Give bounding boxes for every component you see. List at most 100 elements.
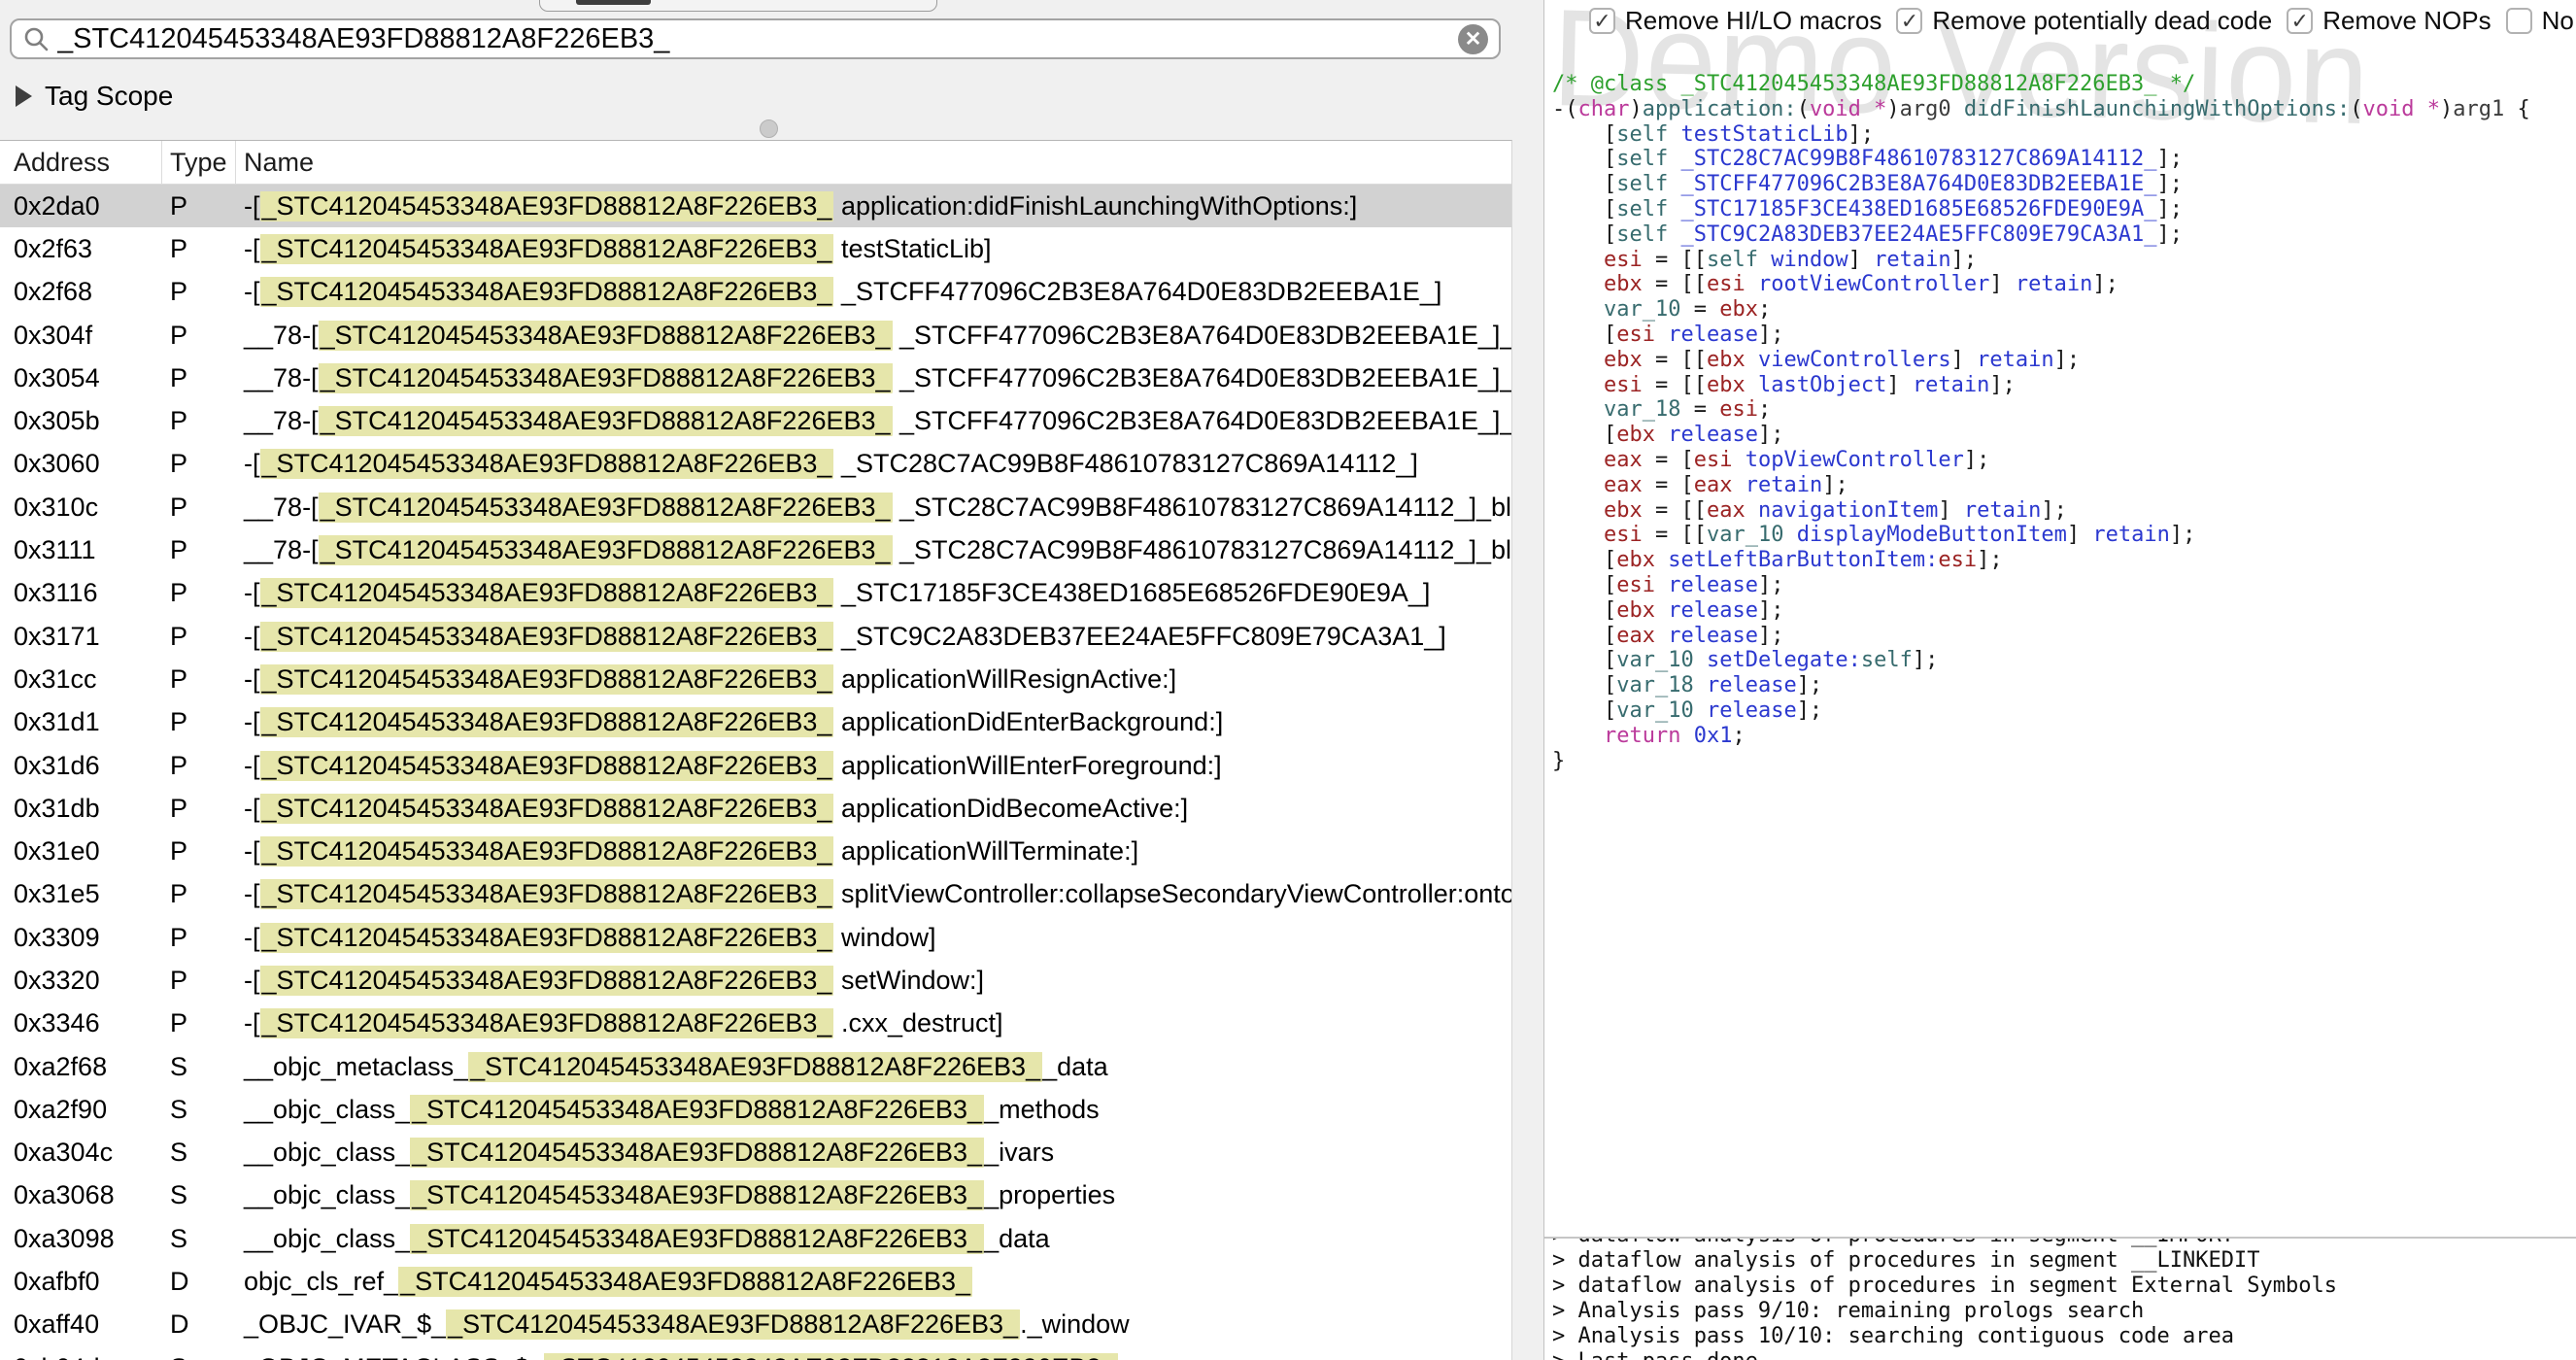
search-field[interactable]: ✕ bbox=[10, 18, 1501, 59]
search-match-highlight: _STC412045453348AE93FD88812A8F226EB3_ bbox=[260, 923, 834, 953]
symbol-name: -[_STC412045453348AE93FD88812A8F226EB3_ … bbox=[236, 234, 1511, 264]
table-row[interactable]: 0xb04dcS_OBJC_METACLASS_$__STC4120454533… bbox=[0, 1346, 1511, 1360]
symbol-name: -[_STC412045453348AE93FD88812A8F226EB3_ … bbox=[236, 836, 1511, 867]
code-line: [var_10 setDelegate:self]; bbox=[1552, 648, 2530, 673]
search-input[interactable] bbox=[57, 23, 1458, 55]
search-match-highlight: _STC412045453348AE93FD88812A8F226EB3_ bbox=[319, 363, 893, 393]
table-row[interactable]: 0xa2f90S__objc_class__STC412045453348AE9… bbox=[0, 1088, 1511, 1131]
symbol-address: 0xa3068 bbox=[0, 1180, 162, 1210]
symbol-name: -[_STC412045453348AE93FD88812A8F226EB3_ … bbox=[236, 1008, 1511, 1038]
table-row[interactable]: 0x3111P__78-[_STC412045453348AE93FD88812… bbox=[0, 528, 1511, 571]
log-line: > Analysis pass 10/10: searching contigu… bbox=[1552, 1324, 2576, 1349]
search-match-highlight: _STC412045453348AE93FD88812A8F226EB3_ bbox=[544, 1353, 1118, 1360]
symbol-address: 0x31db bbox=[0, 794, 162, 824]
search-icon bbox=[23, 26, 50, 52]
search-match-highlight: _STC412045453348AE93FD88812A8F226EB3_ bbox=[260, 836, 834, 867]
symbol-type: P bbox=[162, 449, 236, 479]
decompiler-option[interactable]: No code e bbox=[2506, 6, 2576, 36]
search-match-highlight: _STC412045453348AE93FD88812A8F226EB3_ bbox=[260, 578, 834, 608]
table-row[interactable]: 0x2f68P-[_STC412045453348AE93FD88812A8F2… bbox=[0, 271, 1511, 314]
symbol-table: Address Type Name 0x2da0P-[_STC412045453… bbox=[0, 140, 1512, 1360]
code-line: return 0x1; bbox=[1552, 724, 2530, 749]
symbol-type: S bbox=[162, 1138, 236, 1168]
table-row[interactable]: 0x304fP__78-[_STC412045453348AE93FD88812… bbox=[0, 314, 1511, 357]
table-row[interactable]: 0x3116P-[_STC412045453348AE93FD88812A8F2… bbox=[0, 572, 1511, 615]
code-line: [ebx release]; bbox=[1552, 423, 2530, 448]
checkbox-icon[interactable]: ✓ bbox=[2287, 8, 2313, 34]
code-line: eax = [esi topViewController]; bbox=[1552, 448, 2530, 473]
table-row[interactable]: 0xa3098S__objc_class__STC412045453348AE9… bbox=[0, 1217, 1511, 1260]
column-header-address[interactable]: Address bbox=[0, 141, 162, 184]
search-match-highlight: _STC412045453348AE93FD88812A8F226EB3_ bbox=[410, 1224, 984, 1254]
search-match-highlight: _STC412045453348AE93FD88812A8F226EB3_ bbox=[446, 1309, 1020, 1340]
symbol-name: -[_STC412045453348AE93FD88812A8F226EB3_ … bbox=[236, 664, 1511, 695]
search-match-highlight: _STC412045453348AE93FD88812A8F226EB3_ bbox=[260, 751, 834, 781]
table-row[interactable]: 0x3171P-[_STC412045453348AE93FD88812A8F2… bbox=[0, 615, 1511, 658]
table-row[interactable]: 0x31ccP-[_STC412045453348AE93FD88812A8F2… bbox=[0, 658, 1511, 700]
symbol-name: _OBJC_IVAR_$__STC412045453348AE93FD88812… bbox=[236, 1309, 1511, 1340]
table-row[interactable]: 0x3320P-[_STC412045453348AE93FD88812A8F2… bbox=[0, 959, 1511, 1002]
decompiler-option[interactable]: ✓Remove HI/LO macros bbox=[1589, 6, 1881, 36]
table-row[interactable]: 0x3060P-[_STC412045453348AE93FD88812A8F2… bbox=[0, 443, 1511, 486]
symbol-type: P bbox=[162, 493, 236, 523]
checkbox-icon[interactable] bbox=[2506, 8, 2532, 34]
symbol-type: D bbox=[162, 1267, 236, 1297]
symbol-address: 0xa304c bbox=[0, 1138, 162, 1168]
symbol-type: S bbox=[162, 1095, 236, 1125]
disclosure-triangle-icon bbox=[16, 85, 32, 107]
symbol-name: __objc_metaclass__STC412045453348AE93FD8… bbox=[236, 1052, 1511, 1082]
symbol-name: __78-[_STC412045453348AE93FD88812A8F226E… bbox=[236, 535, 1511, 565]
table-row[interactable]: 0x31e5P-[_STC412045453348AE93FD88812A8F2… bbox=[0, 873, 1511, 916]
checkbox-icon[interactable]: ✓ bbox=[1589, 8, 1615, 34]
symbol-address: 0xa2f90 bbox=[0, 1095, 162, 1125]
table-row[interactable]: 0xa2f68S__objc_metaclass__STC41204545334… bbox=[0, 1045, 1511, 1088]
table-row[interactable]: 0x31dbP-[_STC412045453348AE93FD88812A8F2… bbox=[0, 787, 1511, 830]
symbol-address: 0x3060 bbox=[0, 449, 162, 479]
symbol-name: -[_STC412045453348AE93FD88812A8F226EB3_ … bbox=[236, 449, 1511, 479]
symbol-table-body: 0x2da0P-[_STC412045453348AE93FD88812A8F2… bbox=[0, 185, 1511, 1360]
symbol-name: -[_STC412045453348AE93FD88812A8F226EB3_ … bbox=[236, 707, 1511, 737]
table-header: Address Type Name bbox=[0, 141, 1511, 185]
table-row[interactable]: 0xaff40D_OBJC_IVAR_$__STC412045453348AE9… bbox=[0, 1304, 1511, 1346]
decompiler-option[interactable]: ✓Remove NOPs bbox=[2287, 6, 2491, 36]
symbol-type: P bbox=[162, 751, 236, 781]
table-row[interactable]: 0x31d6P-[_STC412045453348AE93FD88812A8F2… bbox=[0, 744, 1511, 787]
table-row[interactable]: 0x3054P__78-[_STC412045453348AE93FD88812… bbox=[0, 357, 1511, 399]
tag-scope-disclosure[interactable]: Tag Scope bbox=[16, 81, 173, 112]
table-row[interactable]: 0x305bP__78-[_STC412045453348AE93FD88812… bbox=[0, 399, 1511, 442]
symbol-type: P bbox=[162, 406, 236, 436]
column-header-type[interactable]: Type bbox=[162, 141, 236, 184]
table-row[interactable]: 0x2da0P-[_STC412045453348AE93FD88812A8F2… bbox=[0, 185, 1511, 227]
option-label: Remove potentially dead code bbox=[1932, 6, 2272, 36]
log-line: > Analysis pass 9/10: remaining prologs … bbox=[1552, 1299, 2576, 1324]
table-row[interactable]: 0x3309P-[_STC412045453348AE93FD88812A8F2… bbox=[0, 916, 1511, 959]
symbol-name: __78-[_STC412045453348AE93FD88812A8F226E… bbox=[236, 406, 1511, 436]
table-row[interactable]: 0x31d1P-[_STC412045453348AE93FD88812A8F2… bbox=[0, 701, 1511, 744]
symbol-address: 0x31d6 bbox=[0, 751, 162, 781]
clear-search-icon[interactable]: ✕ bbox=[1458, 24, 1488, 54]
symbol-type: P bbox=[162, 707, 236, 737]
column-header-name[interactable]: Name bbox=[236, 141, 1511, 184]
code-line: esi = [[self window] retain]; bbox=[1552, 248, 2530, 273]
table-row[interactable]: 0x310cP__78-[_STC412045453348AE93FD88812… bbox=[0, 486, 1511, 528]
symbol-address: 0xaff40 bbox=[0, 1309, 162, 1340]
analysis-log-console: > dataflow analysis of procedures in seg… bbox=[1544, 1237, 2576, 1360]
symbol-address: 0xa2f68 bbox=[0, 1052, 162, 1082]
symbol-address: 0x2f68 bbox=[0, 277, 162, 307]
table-row[interactable]: 0x2f63P-[_STC412045453348AE93FD88812A8F2… bbox=[0, 227, 1511, 270]
search-match-highlight: _STC412045453348AE93FD88812A8F226EB3_ bbox=[260, 966, 834, 996]
symbol-name: _OBJC_METACLASS_$__STC412045453348AE93FD… bbox=[236, 1353, 1511, 1360]
search-match-highlight: _STC412045453348AE93FD88812A8F226EB3_ bbox=[319, 493, 893, 523]
table-row[interactable]: 0x31e0P-[_STC412045453348AE93FD88812A8F2… bbox=[0, 830, 1511, 872]
symbol-name: -[_STC412045453348AE93FD88812A8F226EB3_ … bbox=[236, 751, 1511, 781]
checkbox-icon[interactable]: ✓ bbox=[1896, 8, 1922, 34]
table-row[interactable]: 0xafbf0Dobjc_cls_ref__STC412045453348AE9… bbox=[0, 1260, 1511, 1303]
code-line: esi = [[ebx lastObject] retain]; bbox=[1552, 373, 2530, 398]
symbol-type: P bbox=[162, 836, 236, 867]
splitter-handle[interactable] bbox=[760, 119, 778, 138]
code-line: var_10 = ebx; bbox=[1552, 297, 2530, 323]
table-row[interactable]: 0xa304cS__objc_class__STC412045453348AE9… bbox=[0, 1132, 1511, 1174]
table-row[interactable]: 0x3346P-[_STC412045453348AE93FD88812A8F2… bbox=[0, 1003, 1511, 1045]
decompiler-option[interactable]: ✓ Remove potentially dead code bbox=[1896, 6, 2272, 36]
table-row[interactable]: 0xa3068S__objc_class__STC412045453348AE9… bbox=[0, 1174, 1511, 1217]
